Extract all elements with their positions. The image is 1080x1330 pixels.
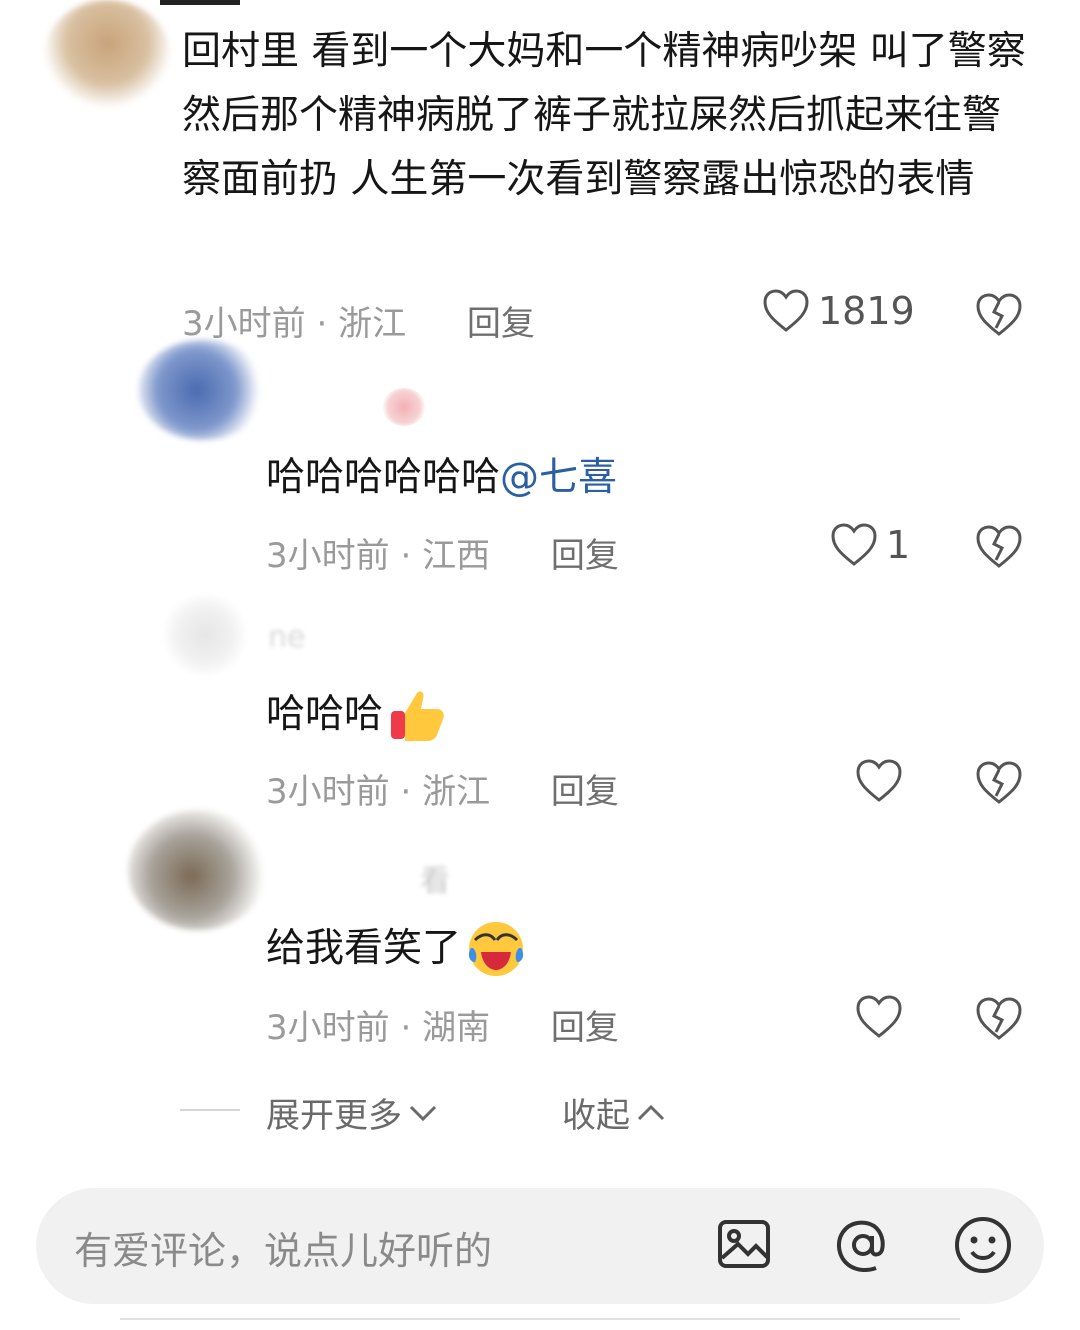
meta-separator: ·	[400, 536, 423, 576]
meta-separator: ·	[400, 1008, 423, 1048]
username: 看	[420, 864, 450, 899]
comment-input-placeholder[interactable]: 有爱评论，说点儿好听的	[74, 1220, 492, 1275]
username-blurred	[270, 388, 380, 424]
reply-button[interactable]: 回复	[551, 536, 619, 576]
reply-text: 给我看笑了	[266, 918, 527, 980]
expand-more-button[interactable]: 展开更多	[266, 1088, 438, 1137]
avatar[interactable]	[160, 595, 250, 675]
avatar[interactable]	[128, 810, 268, 930]
reply-text: 哈哈哈哈哈哈@七喜	[266, 453, 617, 503]
reply-button[interactable]: 回复	[467, 304, 535, 344]
heart-icon[interactable]	[855, 994, 903, 1040]
like-count: 1	[886, 523, 911, 567]
meta-separator: ·	[400, 772, 423, 812]
reply-button[interactable]: 回复	[551, 1008, 619, 1048]
laughing-crying-emoji-icon	[465, 918, 527, 980]
reply-time: 3小时前	[266, 772, 390, 812]
thumbs-up-icon	[387, 685, 447, 745]
comment-location: 浙江	[338, 304, 407, 344]
reply-body: 哈哈哈	[266, 692, 384, 737]
broken-heart-icon[interactable]	[975, 292, 1023, 338]
avatar[interactable]	[138, 340, 268, 440]
comment-input-bar[interactable]: 有爱评论，说点儿好听的	[36, 1188, 1044, 1304]
lips-icon	[382, 388, 426, 426]
chevron-down-icon	[408, 1103, 438, 1123]
collapse-label: 收起	[562, 1096, 630, 1136]
reply-body: 给我看笑了	[266, 926, 462, 971]
bottom-edge	[120, 1318, 960, 1330]
thread-controls: 展开更多 收起	[0, 1085, 1080, 1137]
reply-location: 湖南	[422, 1008, 491, 1048]
heart-icon[interactable]	[855, 758, 903, 804]
comment-text: 回村里 看到一个大妈和一个精神病吵架 叫了警察 然后那个精神病脱了裤子就拉屎然后…	[182, 29, 1026, 202]
comment-time: 3小时前	[182, 304, 306, 344]
reply-time: 3小时前	[266, 1008, 390, 1048]
username: ne	[268, 620, 306, 655]
meta-separator: ·	[316, 304, 339, 344]
like-button[interactable]: 1819	[762, 288, 915, 334]
image-icon[interactable]	[714, 1214, 774, 1278]
reply-time: 3小时前	[266, 536, 390, 576]
broken-heart-icon[interactable]	[975, 524, 1023, 570]
broken-heart-icon[interactable]	[975, 760, 1023, 806]
expand-label: 展开更多	[266, 1096, 402, 1136]
chevron-up-icon	[636, 1103, 666, 1123]
reply-button[interactable]: 回复	[551, 772, 619, 812]
reply-body: 哈哈哈哈哈哈	[266, 455, 501, 500]
emoji-icon[interactable]	[952, 1214, 1014, 1280]
reply-meta: 3小时前 · 江西 回复	[266, 528, 619, 577]
avatar[interactable]	[45, 0, 170, 108]
reply-meta: 3小时前 · 浙江 回复	[266, 764, 619, 813]
comment-meta: 3小时前 · 浙江 回复	[182, 296, 535, 345]
reply-location: 江西	[422, 536, 491, 576]
reply-location: 浙江	[422, 772, 491, 812]
reply-text: 哈哈哈	[266, 685, 447, 745]
like-button[interactable]: 1	[830, 522, 910, 568]
collapse-button[interactable]: 收起	[562, 1088, 666, 1137]
top-bar-edge	[160, 0, 240, 5]
at-icon[interactable]	[832, 1214, 894, 1280]
broken-heart-icon[interactable]	[975, 996, 1023, 1042]
reply-meta: 3小时前 · 湖南 回复	[266, 1000, 619, 1049]
like-count: 1819	[818, 289, 915, 333]
mention-link[interactable]: @七喜	[500, 455, 617, 500]
heart-icon	[762, 288, 810, 334]
heart-icon	[830, 522, 878, 568]
divider	[180, 1109, 240, 1111]
